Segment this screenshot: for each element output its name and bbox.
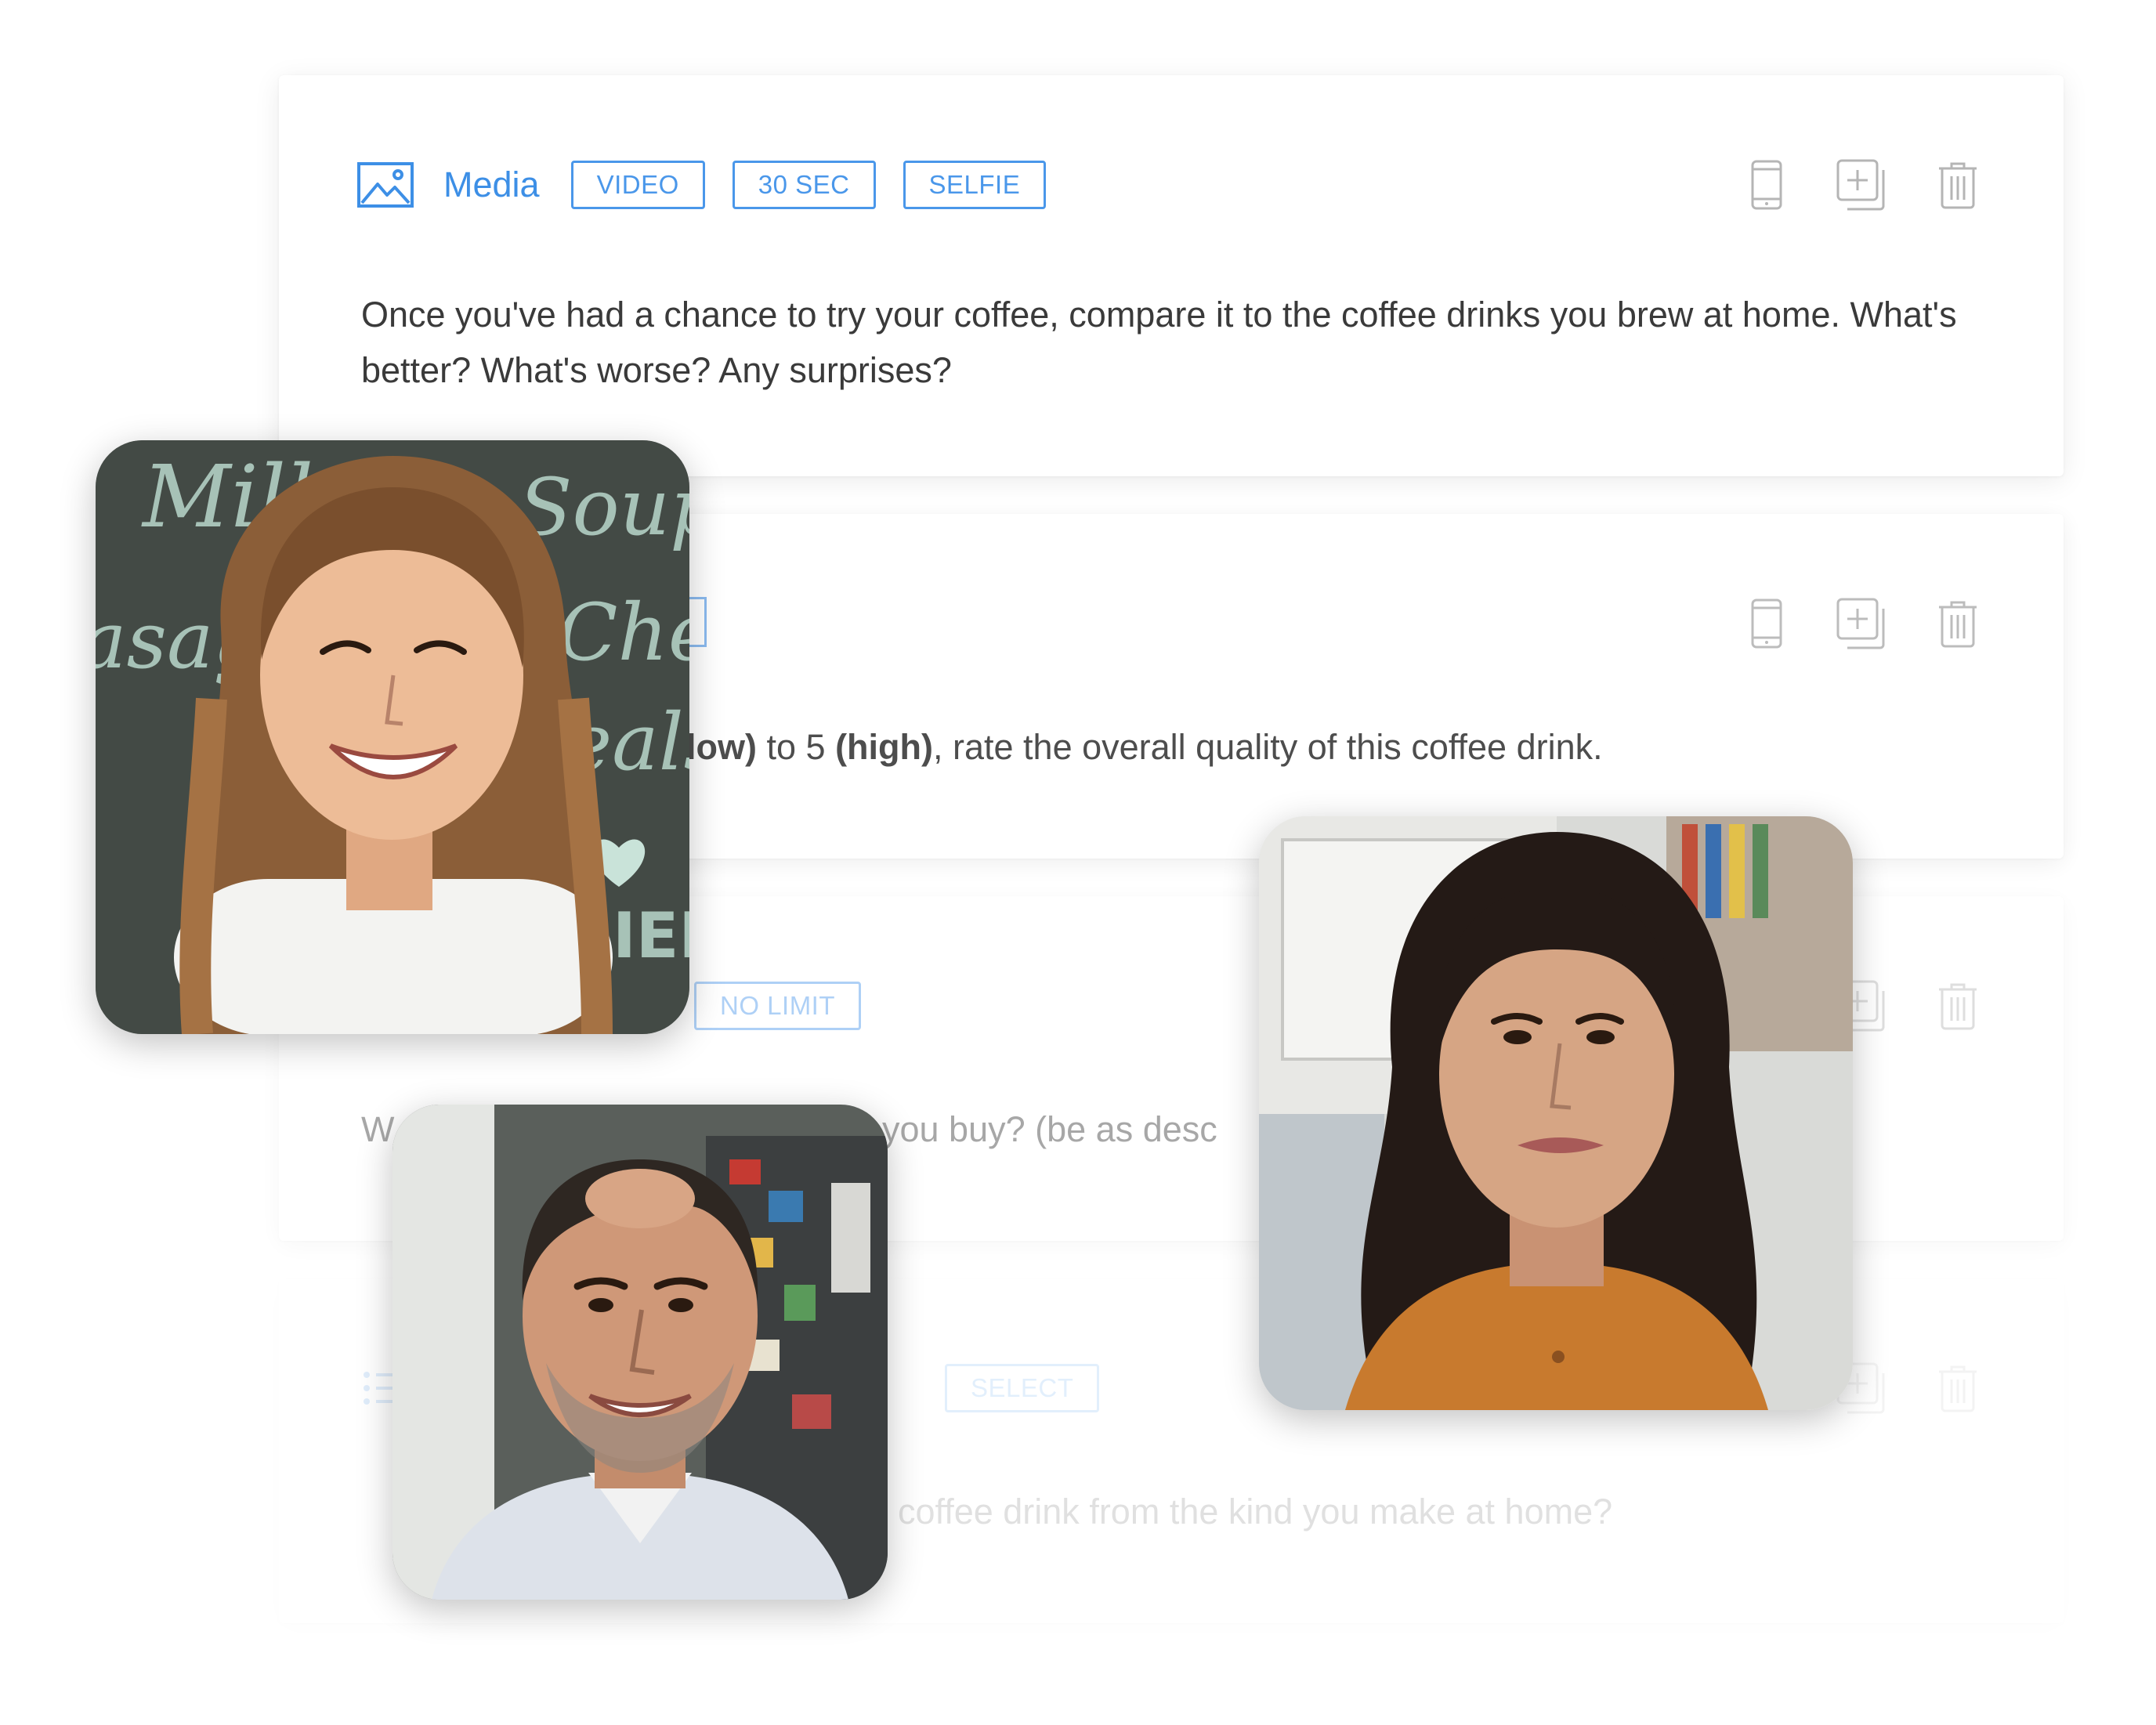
selfie-video-photo-woman[interactable] <box>1259 816 1853 1410</box>
tag-selfie[interactable]: SELFIE <box>903 161 1047 209</box>
svg-text:Che: Che <box>558 587 689 678</box>
tag-duration[interactable]: 30 SEC <box>732 161 876 209</box>
question-type-row: Media VIDEO 30 SEC SELFIE <box>357 157 1073 213</box>
prompt-bold-high: (high) <box>835 727 933 767</box>
trash-icon[interactable] <box>1930 975 1985 1037</box>
selfie-video-photo-man[interactable] <box>392 1105 888 1600</box>
trash-icon[interactable] <box>1930 592 1985 655</box>
prompt-bold-low: low) <box>686 727 757 767</box>
prompt-text-end: , rate the overall quality of this coffe… <box>933 727 1603 767</box>
question-prompt-right: coffee drink from the kind you make at h… <box>898 1492 1613 1532</box>
image-icon <box>357 161 414 208</box>
duplicate-icon[interactable] <box>1835 592 1890 655</box>
question-type-label: Media <box>443 165 540 204</box>
trash-icon[interactable] <box>1930 1357 1985 1419</box>
svg-text:IEN: IEN <box>613 899 689 972</box>
trash-icon[interactable] <box>1930 154 1985 216</box>
question-prompt: Once you've had a chance to try your cof… <box>361 295 1957 390</box>
tag-video[interactable]: VIDEO <box>570 161 705 209</box>
card-actions <box>1698 154 1985 216</box>
question-prompt: low) to 5 (high), rate the overall quali… <box>686 719 2156 775</box>
question-card-media[interactable]: Media VIDEO 30 SEC SELFIE Once you've ha… <box>279 75 2064 476</box>
tag-select[interactable]: SELECT <box>945 1364 1100 1412</box>
prompt-text-mid: to 5 <box>756 727 836 767</box>
duplicate-icon[interactable] <box>1835 154 1890 216</box>
svg-text:Soup: Soup <box>519 461 689 553</box>
question-type-row: NO LIMIT <box>694 978 888 1034</box>
phone-preview-icon[interactable] <box>1739 592 1794 655</box>
selfie-video-photo-young-woman[interactable]: Milk Soup asag Che eals IEN <box>96 440 689 1034</box>
card-actions <box>1698 592 1985 655</box>
phone-preview-icon[interactable] <box>1739 154 1794 216</box>
tag-no-limit[interactable]: NO LIMIT <box>694 982 862 1030</box>
